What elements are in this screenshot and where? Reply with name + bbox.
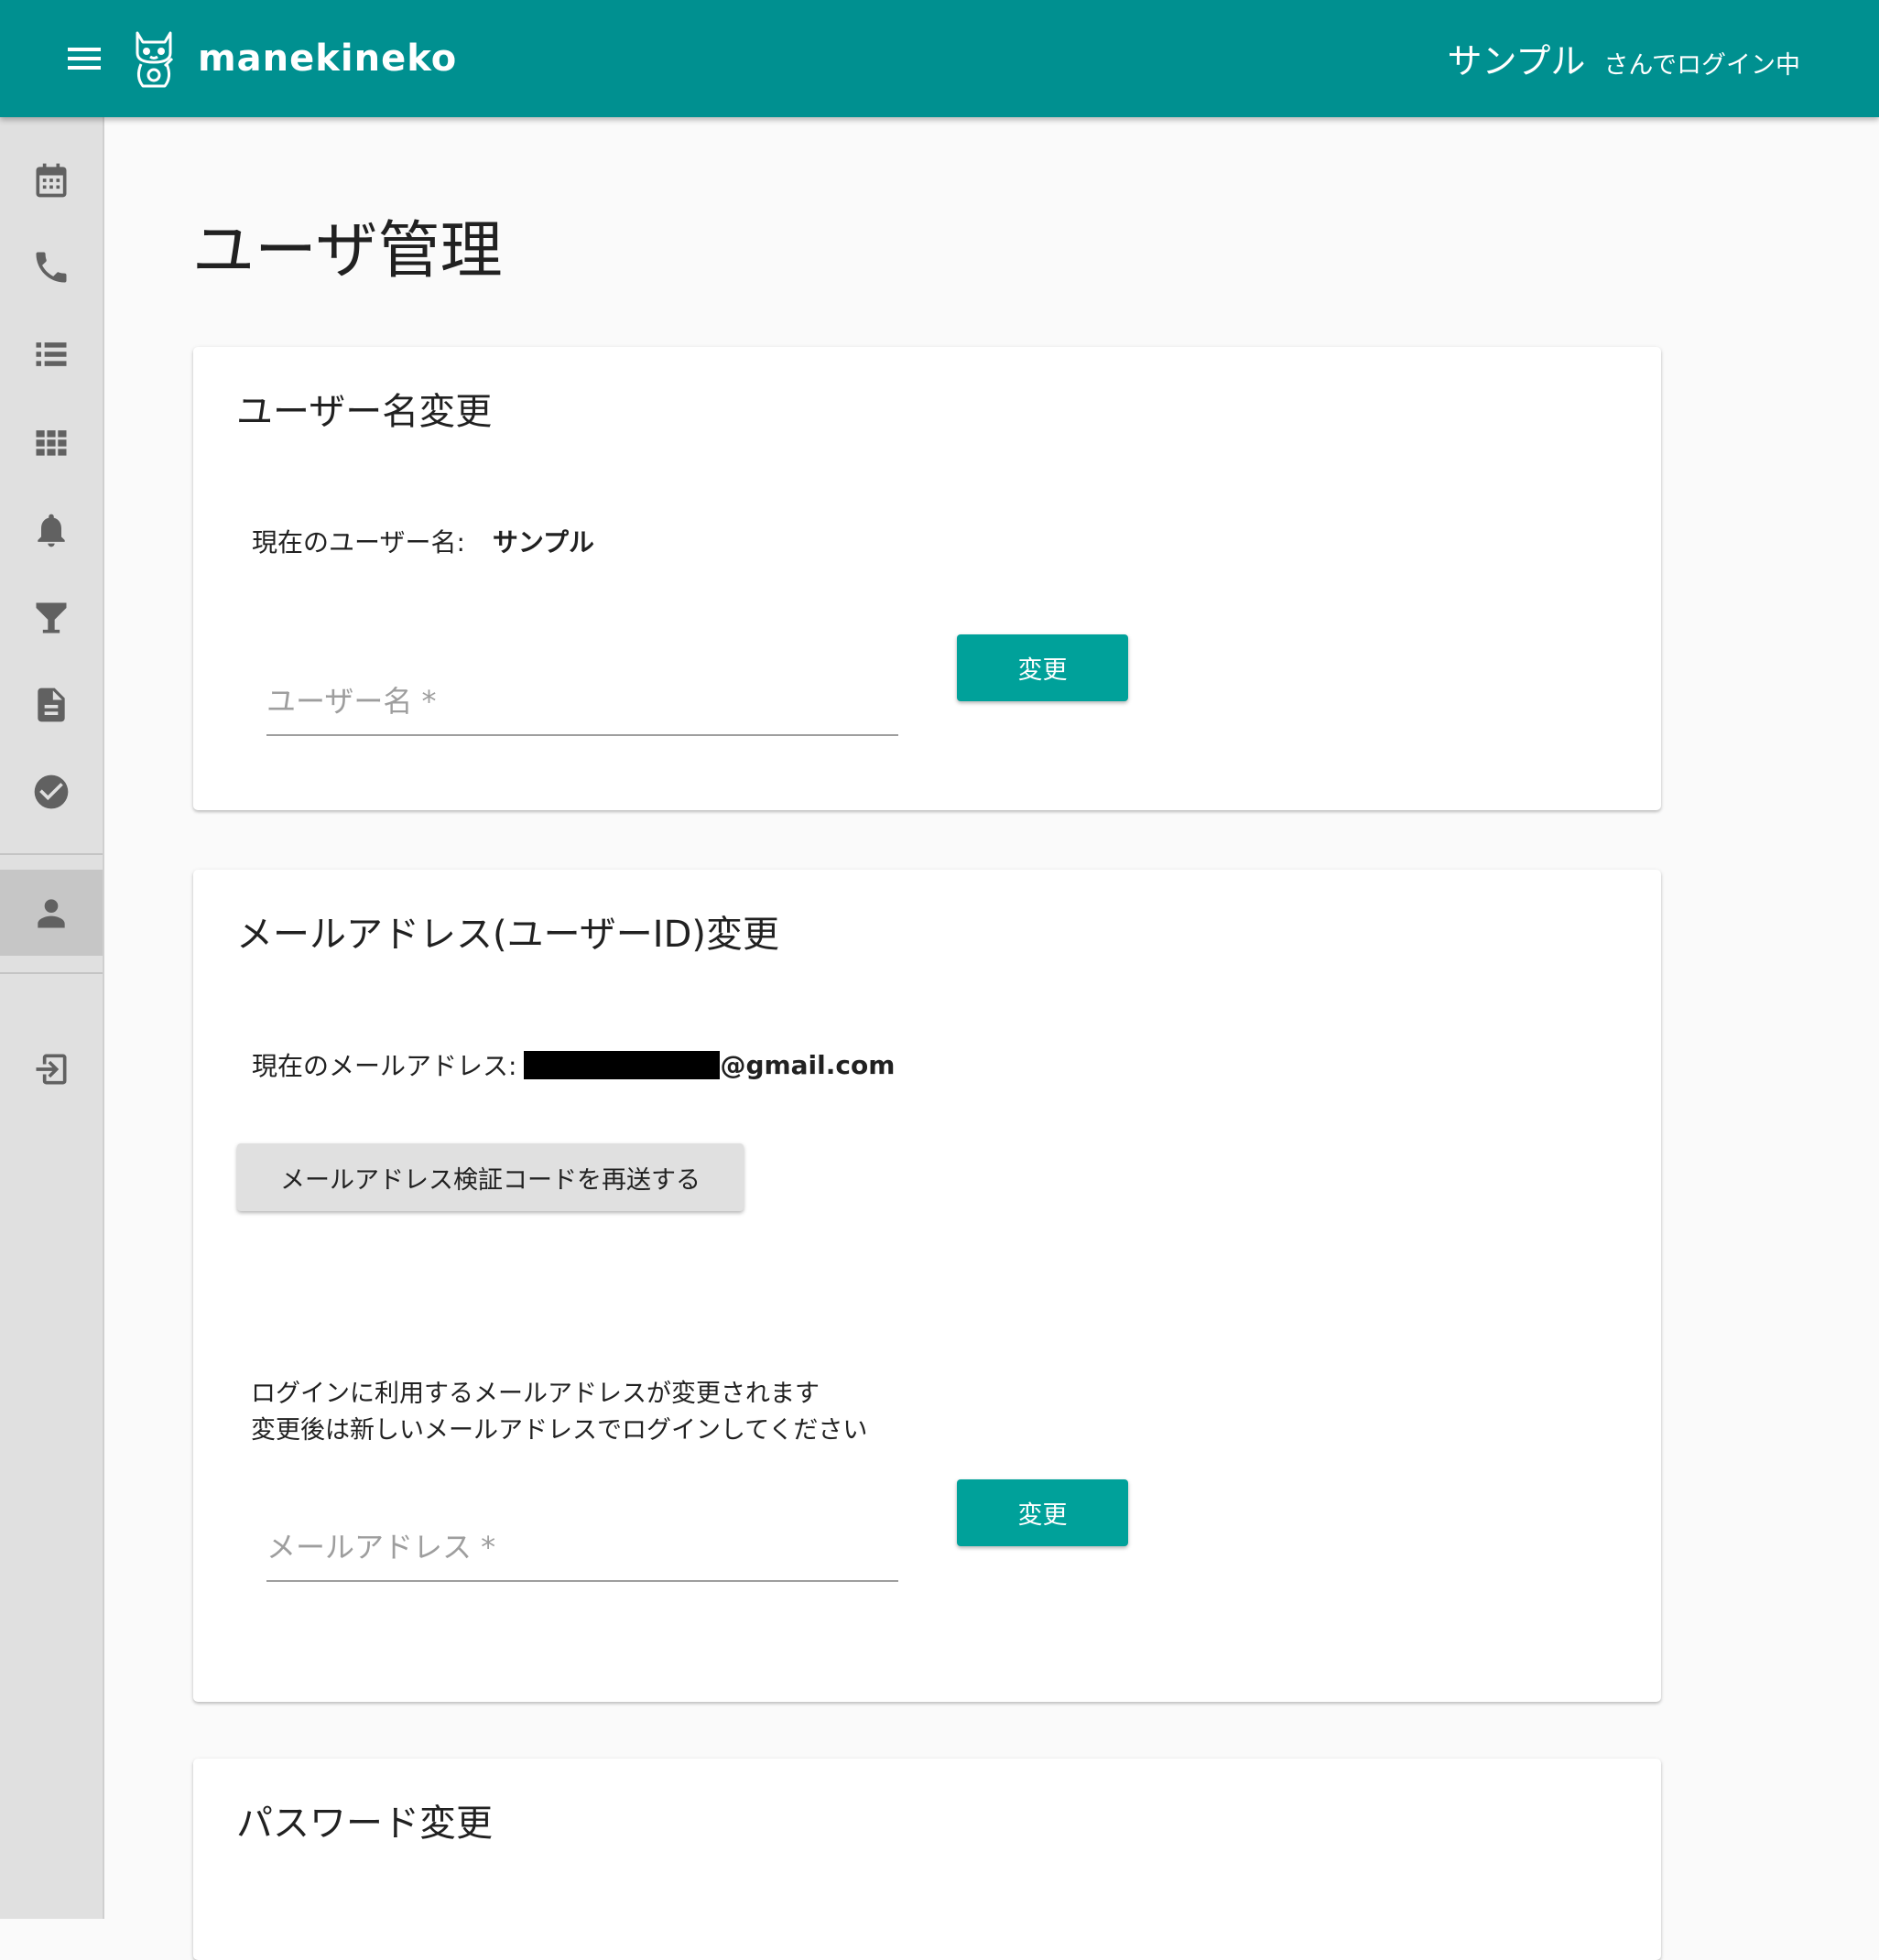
page-title: ユーザ管理 bbox=[192, 215, 503, 287]
note-line: 変更後は新しいメールアドレスでログインしてください bbox=[251, 1416, 868, 1445]
current-email-row: 現在のメールアドレス: @gmail.com bbox=[252, 1046, 895, 1083]
filter-icon bbox=[36, 602, 67, 633]
resend-verification-button[interactable]: メールアドレス検証コードを再送する bbox=[237, 1143, 744, 1211]
brand-logo[interactable]: manekineko bbox=[128, 24, 457, 93]
note-line: ログインに利用するメールアドレスが変更されます bbox=[251, 1380, 820, 1408]
check-circle-icon bbox=[34, 774, 69, 809]
sidebar-item-logout[interactable] bbox=[0, 1026, 103, 1112]
email-input[interactable] bbox=[266, 1514, 898, 1580]
login-status: サンプル さんでログイン中 bbox=[1447, 33, 1800, 83]
redacted-email-mask bbox=[524, 1050, 721, 1079]
logged-in-user-name: サンプル bbox=[1447, 41, 1586, 81]
hamburger-menu-icon[interactable] bbox=[59, 37, 110, 81]
card-title: メールアドレス(ユーザーID)変更 bbox=[236, 914, 780, 956]
email-change-note: ログインに利用するメールアドレスが変更されます 変更後は新しいメールアドレスでロ… bbox=[251, 1376, 867, 1449]
bell-icon bbox=[38, 514, 65, 547]
person-icon bbox=[38, 899, 65, 928]
current-username-label: 現在のユーザー名: bbox=[252, 527, 465, 558]
phone-icon bbox=[36, 252, 67, 283]
current-email-domain: @gmail.com bbox=[720, 1049, 896, 1080]
card-title: パスワード変更 bbox=[236, 1803, 493, 1845]
sidebar bbox=[0, 117, 104, 1919]
sidebar-item-tasks[interactable] bbox=[0, 749, 103, 835]
list-icon bbox=[36, 342, 67, 366]
sidebar-item-list[interactable] bbox=[0, 311, 103, 397]
login-suffix: さんでログイン中 bbox=[1603, 51, 1800, 80]
calendar-icon bbox=[36, 163, 67, 198]
sidebar-divider bbox=[0, 853, 103, 855]
username-change-card: ユーザー名変更 現在のユーザー名: サンプル 変更 bbox=[193, 347, 1661, 810]
sidebar-item-grid[interactable] bbox=[0, 399, 103, 485]
sidebar-divider bbox=[0, 972, 103, 974]
change-email-button[interactable]: 変更 bbox=[957, 1479, 1128, 1546]
logout-icon bbox=[36, 1054, 67, 1085]
sidebar-item-filter[interactable] bbox=[0, 575, 103, 661]
sidebar-item-phone[interactable] bbox=[0, 224, 103, 310]
email-field bbox=[266, 1514, 898, 1582]
grid-icon bbox=[36, 430, 67, 456]
password-change-card: パスワード変更 bbox=[193, 1759, 1661, 1960]
current-email-label: 現在のメールアドレス: bbox=[252, 1051, 517, 1081]
sidebar-item-notifications[interactable] bbox=[0, 487, 103, 573]
username-input[interactable] bbox=[266, 668, 898, 734]
brand-name: manekineko bbox=[198, 38, 458, 80]
change-username-button[interactable]: 変更 bbox=[957, 634, 1128, 701]
sidebar-item-document[interactable] bbox=[0, 662, 103, 748]
username-field bbox=[266, 668, 898, 736]
document-icon bbox=[38, 688, 65, 722]
current-username-row: 現在のユーザー名: サンプル bbox=[252, 523, 594, 559]
email-change-card: メールアドレス(ユーザーID)変更 現在のメールアドレス: @gmail.com… bbox=[193, 870, 1661, 1702]
app-bar: manekineko サンプル さんでログイン中 bbox=[0, 0, 1879, 117]
sidebar-item-user[interactable] bbox=[0, 870, 103, 956]
current-username-value: サンプル bbox=[492, 527, 595, 558]
sidebar-item-calendar[interactable] bbox=[0, 137, 103, 223]
lucky-cat-icon bbox=[136, 31, 174, 88]
card-title: ユーザー名変更 bbox=[236, 391, 493, 433]
